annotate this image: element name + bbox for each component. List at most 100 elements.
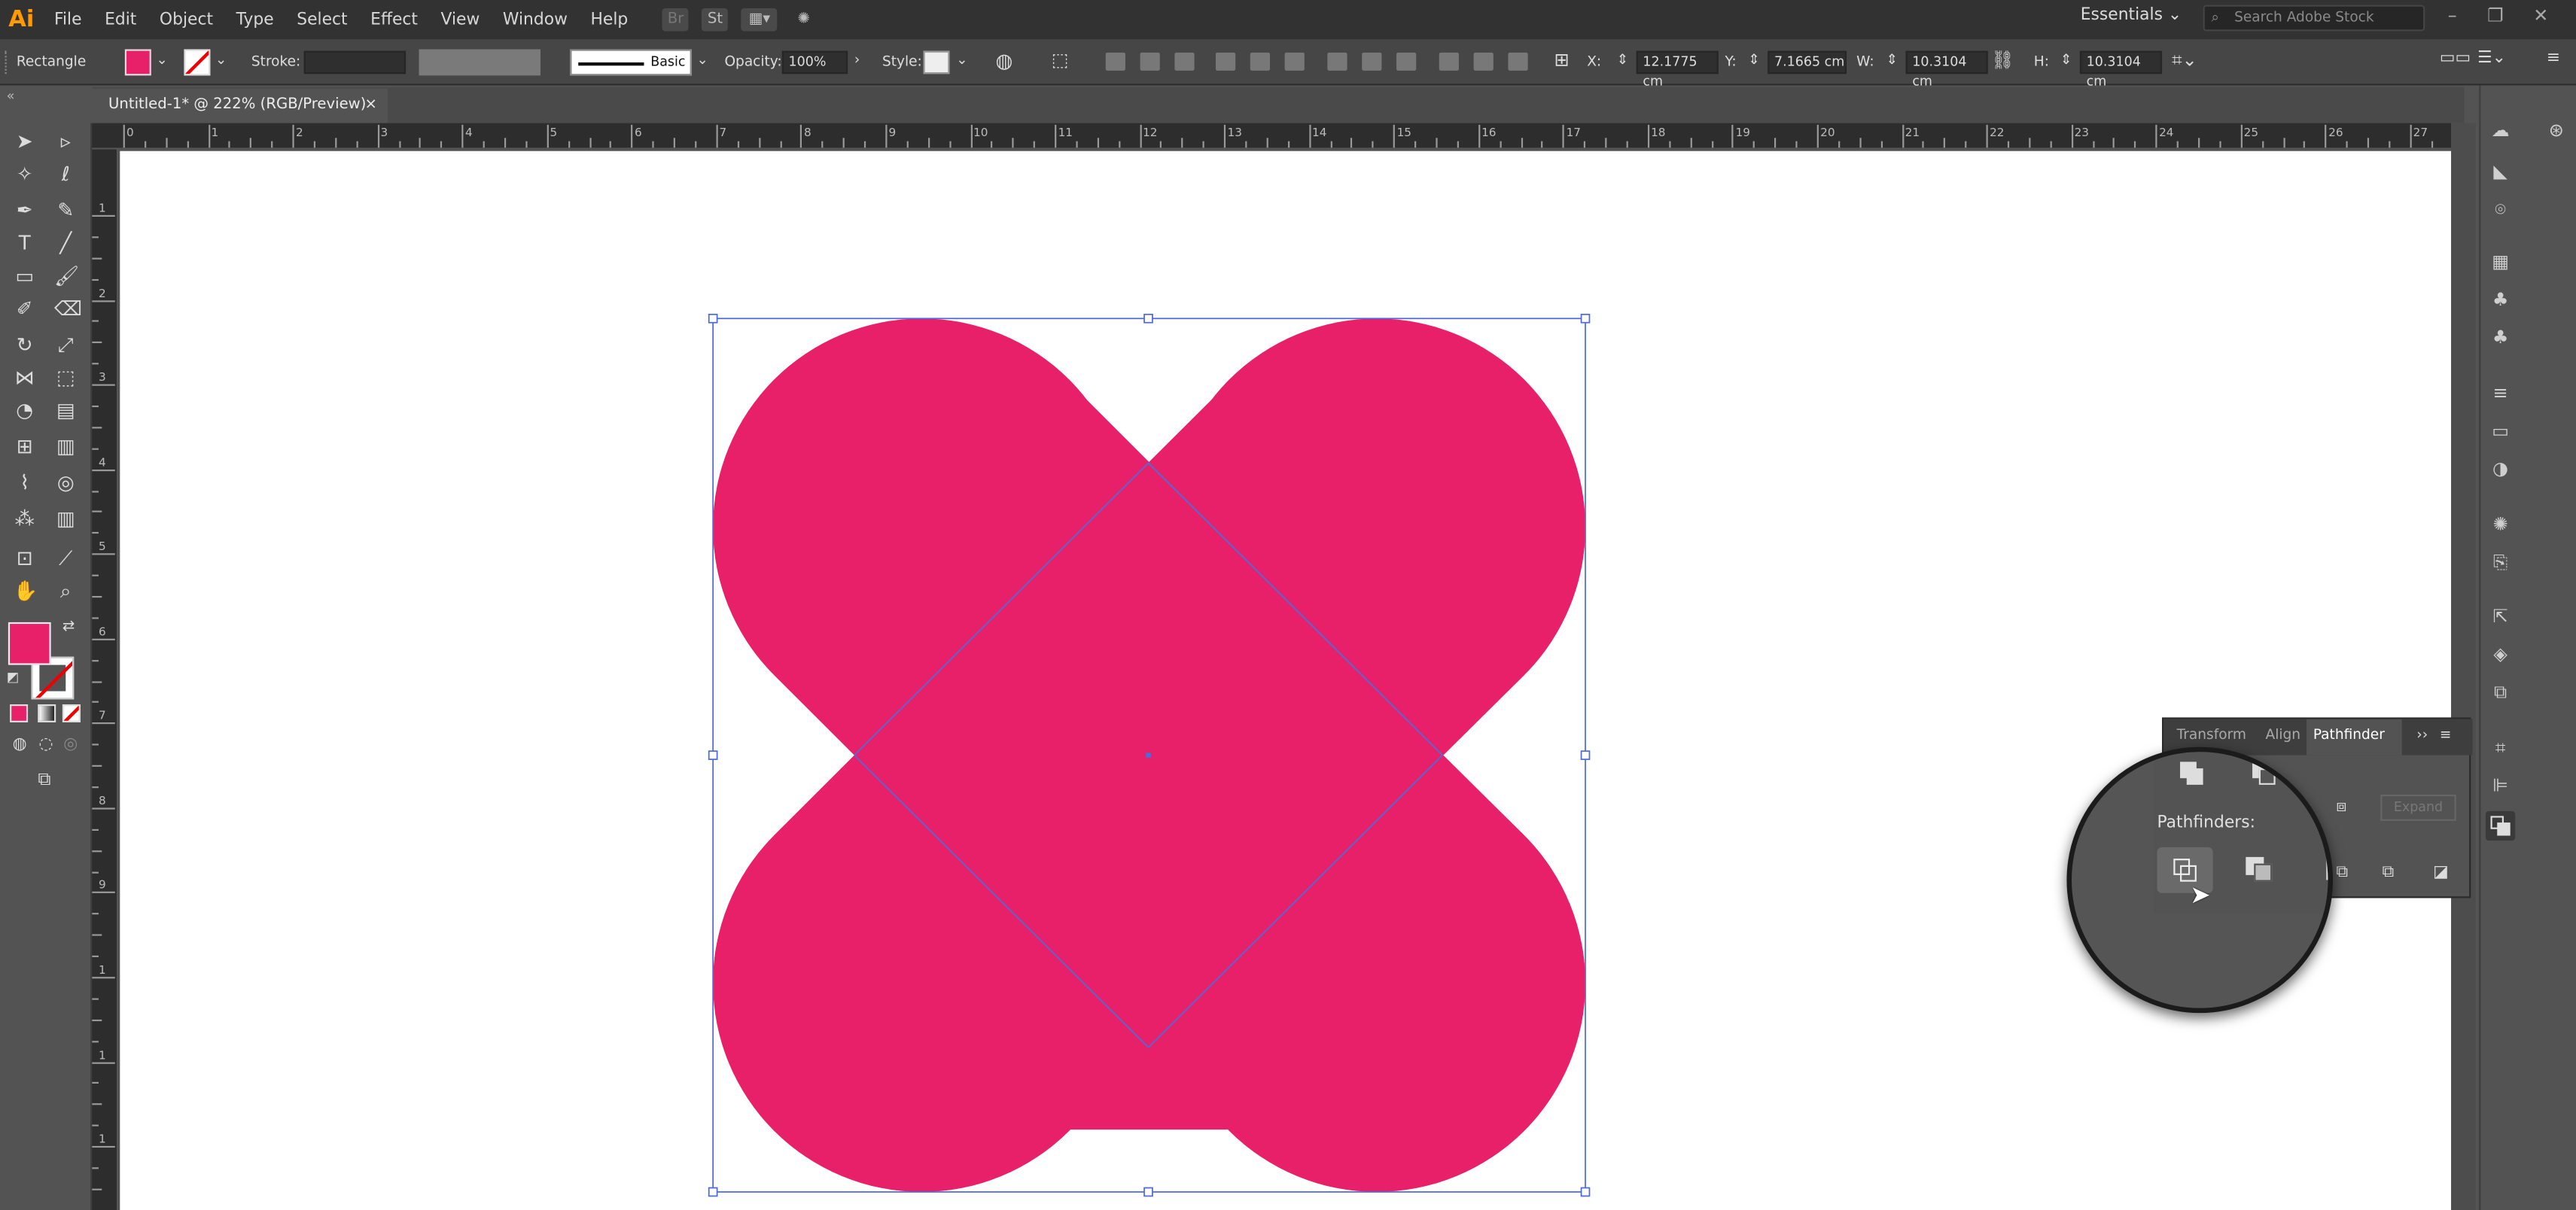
pen-tool-icon[interactable]: ✒ — [13, 199, 36, 222]
rectangle-tool-icon[interactable]: ▭ — [13, 264, 36, 287]
tab-align[interactable]: Align — [2266, 728, 2301, 744]
resize-handle[interactable] — [708, 750, 718, 760]
gpu-performance-icon[interactable]: ✺ — [790, 8, 817, 32]
chevron-down-icon[interactable]: ⌄ — [956, 53, 968, 69]
width-tool-icon[interactable]: ⋈ — [13, 366, 36, 390]
exclude-button[interactable]: ⧈ — [2336, 798, 2359, 821]
artwork[interactable] — [120, 151, 2451, 1210]
magic-wand-tool-icon[interactable]: ✧ — [13, 163, 36, 186]
mesh-tool-icon[interactable]: ⊞ — [13, 435, 36, 458]
recolor-artwork-icon[interactable]: ◍ — [996, 49, 1013, 72]
properties-icon[interactable]: ◣ — [2489, 162, 2512, 182]
x-field[interactable]: 12.1775 cm — [1636, 50, 1719, 89]
resize-handle[interactable] — [1580, 313, 1591, 324]
curvature-tool-icon[interactable]: ✎ — [54, 199, 78, 222]
panel-menu-icon[interactable]: ≡ — [2547, 49, 2560, 67]
shape-builder-tool-icon[interactable]: ◔ — [13, 399, 36, 422]
width-field[interactable]: 10.3104 cm — [1905, 50, 1988, 89]
stroke-swatch[interactable] — [184, 49, 211, 76]
menu-help[interactable]: Help — [579, 11, 639, 29]
menu-type[interactable]: Type — [224, 11, 285, 29]
stepper-icon[interactable]: ⇕ — [1886, 53, 1898, 69]
draw-inside-icon[interactable]: ◎ — [59, 734, 83, 757]
distribute-right-icon[interactable] — [1508, 52, 1528, 71]
align-to-selection-icon[interactable]: ⬚ — [1052, 49, 1069, 70]
control-menu-icon[interactable]: ☰⌄ — [2477, 49, 2506, 67]
transparency-icon[interactable]: ◑ — [2489, 459, 2512, 479]
swatches-icon[interactable]: ▦ — [2489, 252, 2512, 272]
stock-icon[interactable]: St — [702, 8, 729, 32]
transform-reference-icon[interactable]: ⊞ — [1554, 49, 1570, 70]
selection-tool-icon[interactable]: ➤ — [13, 129, 36, 153]
blend-tool-icon[interactable]: ◎ — [54, 471, 78, 494]
resize-handle[interactable] — [708, 313, 718, 324]
none-mode-icon[interactable] — [62, 704, 81, 723]
resize-handle[interactable] — [1143, 1187, 1153, 1197]
eraser-tool-icon[interactable]: ⌫ — [54, 297, 82, 321]
line-tool-icon[interactable]: ╱ — [54, 232, 78, 255]
workspace-switcher[interactable]: Essentials ⌄ — [2081, 7, 2182, 25]
minus-back-button[interactable]: ◪ — [2433, 864, 2456, 887]
variable-width-profile[interactable] — [419, 49, 541, 76]
export-icon[interactable]: ⇱ — [2489, 607, 2512, 627]
symbol-sprayer-tool-icon[interactable]: ⁂ — [13, 507, 36, 531]
creative-cloud-icon[interactable]: ⊛ — [2545, 120, 2568, 141]
align-bottom-icon[interactable] — [1284, 52, 1305, 71]
pathfinder-panel-icon[interactable] — [2485, 810, 2516, 841]
resize-handle[interactable] — [1580, 750, 1591, 760]
minus-front-button[interactable] — [2252, 762, 2276, 785]
hand-tool-icon[interactable]: ✋ — [13, 579, 38, 603]
cc-libraries-icon[interactable]: ☁ — [2489, 120, 2512, 141]
artboards-icon[interactable]: ⧉ — [2489, 683, 2512, 703]
unite-button[interactable] — [2180, 762, 2203, 785]
distribute-bottom-icon[interactable] — [1396, 52, 1417, 71]
tab-transform[interactable]: Transform — [2177, 728, 2246, 744]
default-fill-stroke-icon[interactable]: ◩ — [7, 670, 20, 685]
align-horizontal-center-icon[interactable] — [1140, 52, 1160, 71]
gradient-icon[interactable]: ▭ — [2489, 421, 2512, 442]
paintbrush-tool-icon[interactable]: 🖌 — [54, 264, 79, 287]
search-stock-input[interactable]: ⌕ Search Adobe Stock — [2203, 5, 2425, 32]
slice-tool-icon[interactable]: ⟋ — [54, 547, 78, 570]
fill-swatch[interactable] — [124, 49, 151, 76]
stroke-weight-field[interactable] — [303, 50, 406, 74]
opacity-field[interactable]: 100% — [781, 50, 848, 74]
align-right-icon[interactable] — [1174, 52, 1195, 71]
perspective-grid-tool-icon[interactable]: ▤ — [54, 399, 78, 422]
distribute-vertical-center-icon[interactable] — [1362, 52, 1382, 71]
grip-handle[interactable] — [5, 50, 11, 74]
rotate-tool-icon[interactable]: ↻ — [13, 333, 36, 357]
close-tab-button[interactable]: × — [364, 89, 376, 122]
close-icon[interactable]: ✕ — [2533, 5, 2548, 26]
menu-effect[interactable]: Effect — [359, 11, 429, 29]
resize-handle[interactable] — [1580, 1187, 1591, 1197]
distribute-horizontal-center-icon[interactable] — [1473, 52, 1494, 71]
arrange-panel-icon[interactable]: ▭▭ — [2440, 49, 2471, 67]
bridge-icon[interactable]: Br — [662, 8, 690, 32]
draw-normal-icon[interactable]: ◍ — [8, 734, 32, 757]
height-field[interactable]: 10.3104 cm — [2079, 50, 2163, 89]
draw-behind-icon[interactable]: ◌ — [35, 734, 58, 757]
resize-handle[interactable] — [708, 1187, 718, 1197]
menu-file[interactable]: File — [43, 11, 93, 29]
graphic-styles-icon[interactable]: ✺ — [2489, 515, 2512, 535]
lasso-tool-icon[interactable]: ℓ — [54, 163, 78, 186]
chevron-right-icon[interactable]: › — [854, 53, 860, 69]
swap-fill-stroke-icon[interactable]: ⇄ — [62, 619, 75, 636]
color-mode-icon[interactable] — [10, 704, 29, 723]
zoom-tool-icon[interactable]: ⌕ — [54, 579, 78, 603]
scale-tool-icon[interactable]: ⤢ — [54, 333, 78, 357]
gradient-tool-icon[interactable]: ▥ — [54, 435, 78, 458]
screen-mode-icon[interactable]: ⧉ — [33, 768, 56, 792]
maximize-icon[interactable]: ❐ — [2487, 5, 2504, 26]
menu-view[interactable]: View — [429, 11, 491, 29]
document-tab[interactable]: Untitled-1* @ 222% (RGB/Preview) × — [92, 88, 388, 123]
gradient-mode-icon[interactable] — [38, 704, 56, 723]
menu-object[interactable]: Object — [148, 11, 225, 29]
stepper-icon[interactable]: ⇕ — [1748, 53, 1760, 69]
resize-handle[interactable] — [1143, 313, 1153, 324]
arrange-documents-icon[interactable]: ▦▾ — [741, 8, 778, 32]
distribute-left-icon[interactable] — [1439, 52, 1459, 71]
menu-window[interactable]: Window — [492, 11, 580, 29]
align-vertical-center-icon[interactable] — [1250, 52, 1270, 71]
